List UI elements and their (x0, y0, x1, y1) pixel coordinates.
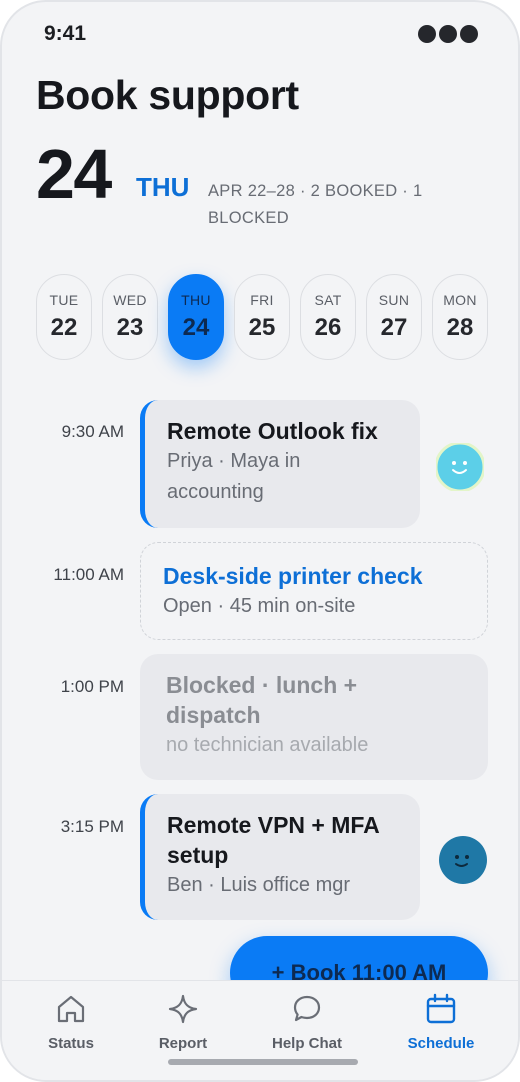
blocked-slot-subtitle: no technician available (166, 734, 369, 756)
tab-help-chat[interactable]: Help Chat (252, 991, 362, 1052)
slot-time: 11:00 AM (53, 565, 124, 584)
day-chip-number: 23 (116, 314, 144, 341)
day-chip-mon[interactable]: MON 28 (432, 274, 488, 360)
day-chip-dow: THU (181, 292, 211, 308)
slot-time: 1:00 PM (60, 677, 124, 696)
day-chip-fri[interactable]: FRI 25 (234, 274, 290, 360)
appointment-subtitle: Priya · Maya in accounting (167, 450, 301, 503)
week-summary: APR 22–28 · 2 BOOKED · 1 BLOCKED (208, 182, 423, 227)
slot-time: 9:30 AM (61, 422, 124, 441)
slot-time: 3:15 PM (60, 817, 124, 836)
selected-day-number: 24 (36, 135, 112, 213)
appointment-card-booked[interactable]: Remote VPN + MFA setup Ben · Luis office… (140, 794, 420, 920)
phone-screen: 9:41 Book support 24 THU APR 22–28 · 2 B… (0, 0, 520, 1082)
day-chip-wed[interactable]: WED 23 (102, 274, 158, 360)
tab-label: Status (48, 1035, 94, 1052)
home-icon (53, 991, 89, 1027)
day-chip-sat[interactable]: SAT 26 (300, 274, 356, 360)
open-slot-title: Desk-side printer check (163, 563, 423, 589)
tab-label: Report (158, 1035, 208, 1052)
sparkle-icon (165, 991, 201, 1027)
day-chip-tue[interactable]: TUE 22 (36, 274, 92, 360)
home-indicator (168, 1059, 358, 1065)
status-time: 9:41 (44, 22, 87, 45)
day-chip-number: 22 (50, 314, 78, 341)
open-slot-card[interactable]: Desk-side printer check Open · 45 min on… (140, 542, 488, 640)
selected-day-of-week: THU (136, 172, 190, 202)
day-chip-number: 27 (380, 314, 408, 341)
more-dots-icon[interactable] (418, 25, 478, 43)
blocked-slot-title: Blocked · lunch + dispatch (166, 672, 358, 728)
day-chip-thu[interactable]: THU 24 (168, 274, 224, 360)
day-chip-sun[interactable]: SUN 27 (366, 274, 422, 360)
day-chip-number: 28 (446, 314, 474, 341)
day-chip-number: 24 (182, 314, 210, 341)
day-chip-dow: FRI (250, 292, 274, 308)
day-chip-dow: SUN (378, 292, 410, 308)
technician-avatar (439, 836, 487, 884)
tab-label: Help Chat (271, 1035, 342, 1052)
tab-label: Schedule (407, 1035, 475, 1052)
day-chip-number: 25 (248, 314, 276, 341)
appointment-subtitle: Ben · Luis office mgr (167, 874, 351, 896)
tab-report[interactable]: Report (128, 991, 238, 1052)
page-title: Book support (36, 72, 299, 118)
chat-bubble-icon (289, 991, 325, 1027)
appointment-title: Remote Outlook fix (167, 418, 378, 444)
day-chip-dow: SAT (314, 292, 342, 308)
blocked-slot-card: Blocked · lunch + dispatch no technician… (140, 654, 488, 780)
technician-avatar (436, 443, 484, 491)
tab-status[interactable]: Status (16, 991, 126, 1052)
appointment-card-booked[interactable]: Remote Outlook fix Priya · Maya in accou… (140, 400, 420, 528)
calendar-icon (423, 991, 459, 1027)
day-chip-dow: WED (113, 292, 147, 308)
day-chip-number: 26 (314, 314, 342, 341)
day-chip-dow: MON (443, 292, 477, 308)
day-chip-dow: TUE (49, 292, 79, 308)
tab-bar: Status Report Help Chat Schedule (2, 980, 518, 1080)
appointment-title: Remote VPN + MFA setup (167, 812, 379, 868)
day-picker: TUE 22 WED 23 THU 24 FRI 25 SAT 26 SUN 27 MON 2… (36, 274, 488, 360)
tab-schedule[interactable]: Schedule (386, 991, 496, 1052)
open-slot-subtitle: Open · 45 min on-site (163, 595, 356, 617)
